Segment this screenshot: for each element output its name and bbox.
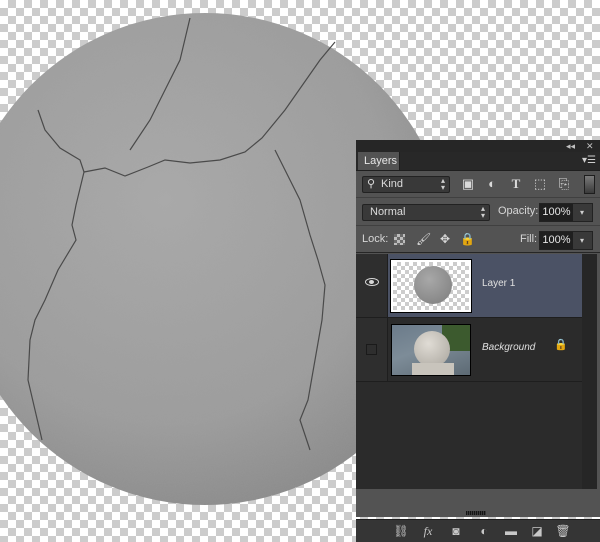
opacity-label: Opacity: [498, 205, 539, 217]
adjustment-layer-icon[interactable]: ◐ [476, 523, 492, 539]
type-filter-icon[interactable]: T [508, 176, 524, 192]
panel-tab-row: Layers ▾☰ [356, 152, 600, 171]
chevron-down-icon[interactable]: ▾ [572, 232, 592, 249]
eye-icon[interactable] [365, 278, 379, 286]
fill-value[interactable]: 100% [540, 232, 573, 249]
double-left-arrow-icon[interactable]: ◂◂ [566, 140, 575, 152]
layers-list: Layer 1 Background 🔒 [356, 254, 582, 489]
panel-menu-icon[interactable]: ▾☰ [582, 155, 596, 166]
lock-row: Lock: 🖌 ✥ 🔒 Fill: 100% ▾ [356, 227, 600, 253]
add-mask-icon[interactable]: ◙ [448, 523, 464, 539]
lock-icon: 🔒 [554, 339, 568, 351]
chevron-updown-icon: ▴ ▾ [440, 176, 445, 192]
layer-row-layer-1[interactable]: Layer 1 [356, 254, 582, 318]
layer-row-background[interactable]: Background 🔒 [356, 318, 582, 382]
blend-row: Normal ▴ ▾ Opacity: 100% ▾ [356, 199, 600, 226]
panel-footer: ⛓ fx ◙ ◐ ▬ ◪ 🗑 [356, 519, 600, 542]
panel-body: ⚲ Kind ▴ ▾ ▣ ◐ T ⬚ ⎘ Normal ▴ ▾ Opacity: 1… [356, 171, 600, 542]
pedestal [412, 363, 454, 375]
close-icon[interactable]: ✕ [586, 140, 594, 152]
layers-scrollbar[interactable] [582, 254, 597, 489]
visibility-off-box[interactable] [366, 344, 377, 355]
layer-thumbnail[interactable] [391, 324, 471, 376]
search-icon: ⚲ [367, 178, 376, 190]
shape-filter-icon[interactable]: ⬚ [532, 176, 548, 192]
layer-name[interactable]: Layer 1 [482, 278, 515, 289]
image-filter-icon[interactable]: ▣ [460, 176, 476, 192]
sphere-photo-thumbnail [414, 331, 450, 367]
filter-row: ⚲ Kind ▴ ▾ ▣ ◐ T ⬚ ⎘ [356, 171, 600, 198]
tab-layers[interactable]: Layers [358, 152, 400, 170]
blend-mode-value: Normal [370, 206, 406, 218]
adjustment-filter-icon[interactable]: ◐ [484, 176, 500, 192]
fill-label: Fill: [520, 233, 538, 245]
filter-kind-dropdown[interactable]: ⚲ Kind ▴ ▾ [362, 176, 450, 193]
fill-field[interactable]: 100% ▾ [539, 231, 593, 250]
layers-panel: ◂◂ ✕ Layers ▾☰ ⚲ Kind ▴ ▾ ▣ ◐ T ⬚ ⎘ Norma… [356, 140, 600, 542]
link-layers-icon[interactable]: ⛓ [393, 523, 409, 539]
fx-icon[interactable]: fx [420, 523, 436, 539]
chevron-down-icon[interactable]: ▾ [572, 204, 592, 221]
smart-object-filter-icon[interactable]: ⎘ [556, 176, 572, 192]
visibility-toggle[interactable] [356, 254, 388, 317]
sphere-thumbnail-image [414, 266, 452, 304]
lock-image-pixels-icon[interactable]: 🖌 [416, 232, 431, 246]
delete-icon[interactable]: 🗑 [555, 523, 571, 539]
visibility-toggle[interactable] [356, 318, 388, 381]
blend-mode-dropdown[interactable]: Normal ▴ ▾ [362, 204, 490, 221]
kind-label: Kind [381, 178, 404, 190]
resize-grip[interactable] [466, 511, 486, 515]
layer-name[interactable]: Background [482, 342, 535, 353]
chevron-updown-icon: ▴ ▾ [480, 204, 485, 220]
lock-label: Lock: [362, 233, 389, 245]
opacity-field[interactable]: 100% ▾ [539, 203, 593, 222]
lock-transparent-pixels-icon[interactable] [394, 234, 405, 245]
opacity-value[interactable]: 100% [540, 204, 573, 221]
filter-toggle-icon[interactable] [584, 175, 595, 194]
lock-all-icon[interactable]: 🔒 [460, 232, 475, 246]
new-group-icon[interactable]: ▬ [503, 523, 519, 539]
new-layer-icon[interactable]: ◪ [529, 523, 545, 539]
lock-position-icon[interactable]: ✥ [438, 232, 452, 246]
layer-thumbnail[interactable] [390, 259, 472, 313]
